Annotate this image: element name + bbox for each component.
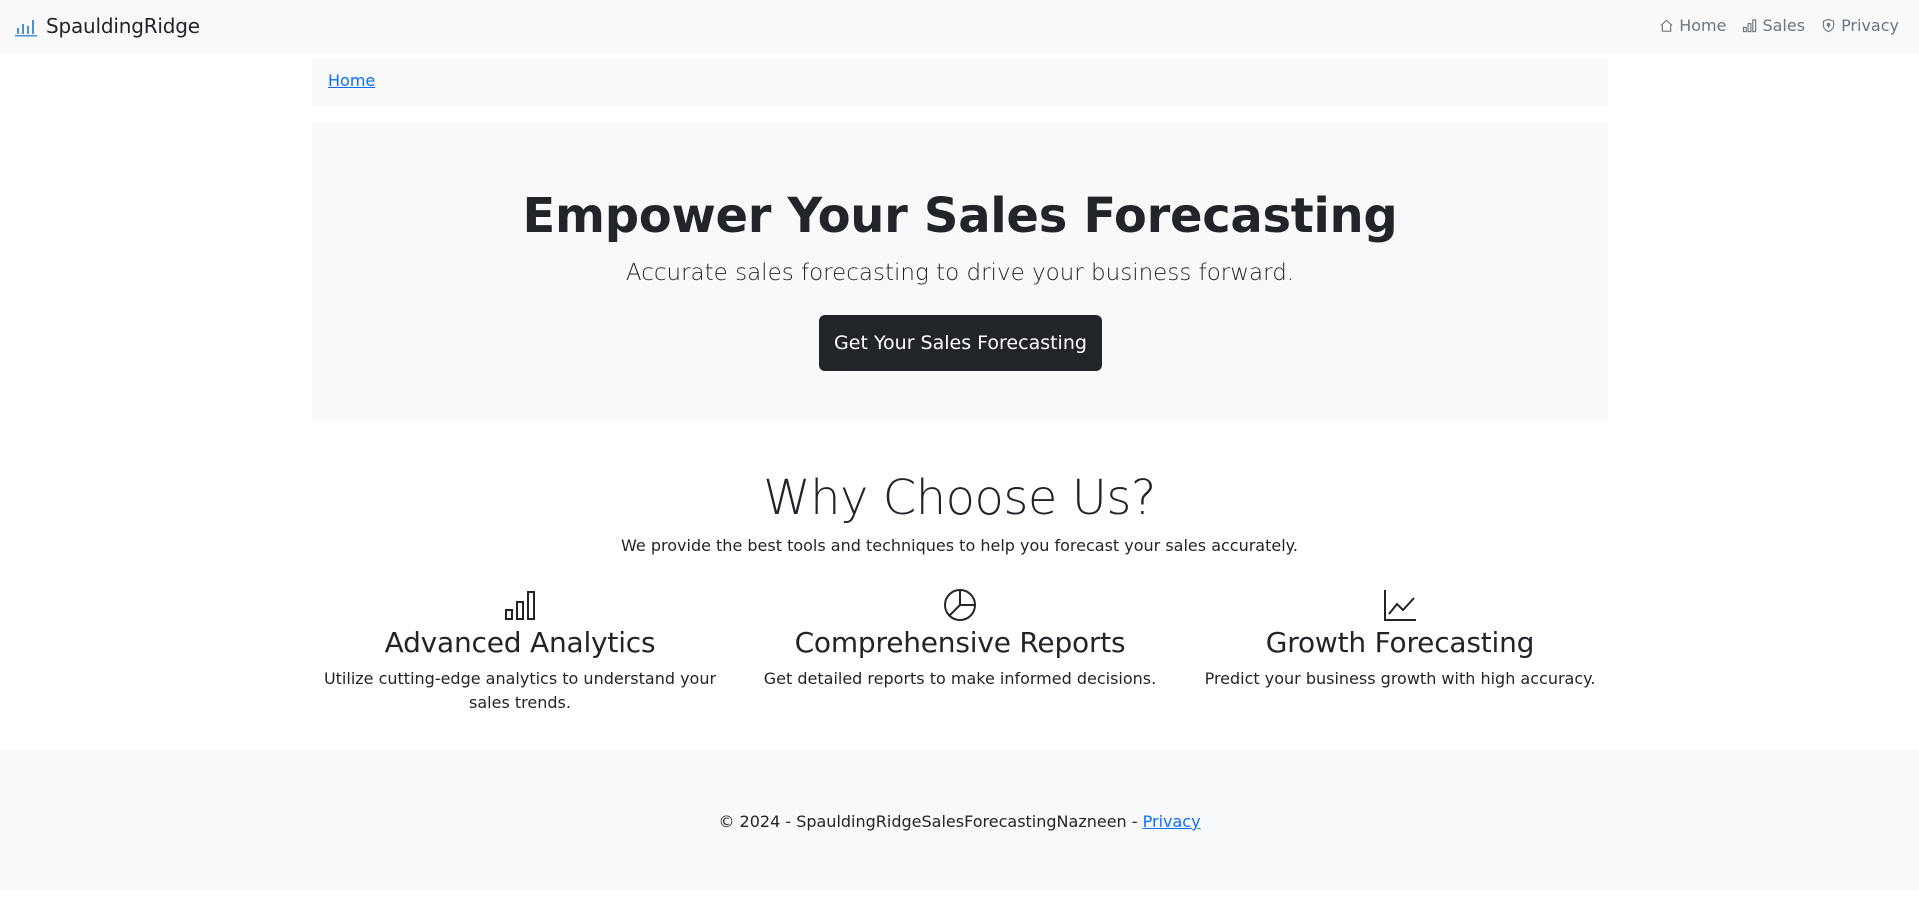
feature-comprehensive-reports: Comprehensive Reports Get detailed repor…: [744, 588, 1176, 691]
nav-item-sales-label: Sales: [1762, 16, 1806, 35]
feature-text: Utilize cutting-edge analytics to unders…: [323, 669, 717, 712]
feature-growth-forecasting: Growth Forecasting Predict your business…: [1184, 588, 1616, 691]
breadcrumb-home-link[interactable]: Home: [328, 71, 375, 90]
pie-chart-icon: [944, 589, 976, 621]
nav-item-sales[interactable]: Sales: [1742, 16, 1805, 35]
navbar: SpauldingRidge Home Sales Privacy: [0, 0, 1919, 54]
hero-lead: Accurate sales forecasting to drive your…: [625, 260, 1295, 286]
nav-item-home-label: Home: [1679, 16, 1727, 35]
nav-item-home[interactable]: Home: [1659, 16, 1726, 35]
nav-menu: Home Sales Privacy: [1643, 16, 1899, 35]
brand-text: SpauldingRidge: [46, 14, 200, 38]
nav-item-privacy[interactable]: Privacy: [1821, 16, 1899, 35]
shield-icon: [1822, 18, 1835, 33]
bar-chart-icon: [505, 591, 535, 620]
house-icon: [1660, 19, 1673, 32]
feature-advanced-analytics: Advanced Analytics Utilize cutting-edge …: [304, 588, 736, 715]
brand-bar-chart-icon: [15, 20, 37, 37]
feature-title: Advanced Analytics: [384, 626, 656, 659]
hero-section: Empower Your Sales Forecasting Accurate …: [312, 122, 1608, 421]
feature-title: Growth Forecasting: [1265, 626, 1535, 659]
hero-title: Empower Your Sales Forecasting: [522, 188, 1398, 244]
get-forecasting-button[interactable]: Get Your Sales Forecasting: [819, 315, 1102, 371]
why-title: Why Choose Us?: [763, 470, 1156, 526]
footer-privacy-link[interactable]: Privacy: [1143, 812, 1201, 831]
breadcrumb: Home: [312, 58, 1608, 106]
feature-text: Predict your business growth with high a…: [1204, 669, 1596, 688]
footer: © 2024 - SpauldingRidgeSalesForecastingN…: [0, 750, 1919, 890]
footer-copyright: © 2024 - SpauldingRidgeSalesForecastingN…: [718, 812, 1143, 831]
why-subtitle: We provide the best tools and techniques…: [621, 536, 1298, 555]
brand-link[interactable]: SpauldingRidge: [15, 14, 200, 38]
footer-text: © 2024 - SpauldingRidgeSalesForecastingN…: [0, 812, 1919, 831]
line-chart-icon: [1384, 590, 1416, 621]
bar-chart-icon: [1743, 19, 1757, 33]
feature-title: Comprehensive Reports: [794, 626, 1126, 659]
feature-text: Get detailed reports to make informed de…: [763, 669, 1157, 688]
nav-item-privacy-label: Privacy: [1841, 16, 1899, 35]
